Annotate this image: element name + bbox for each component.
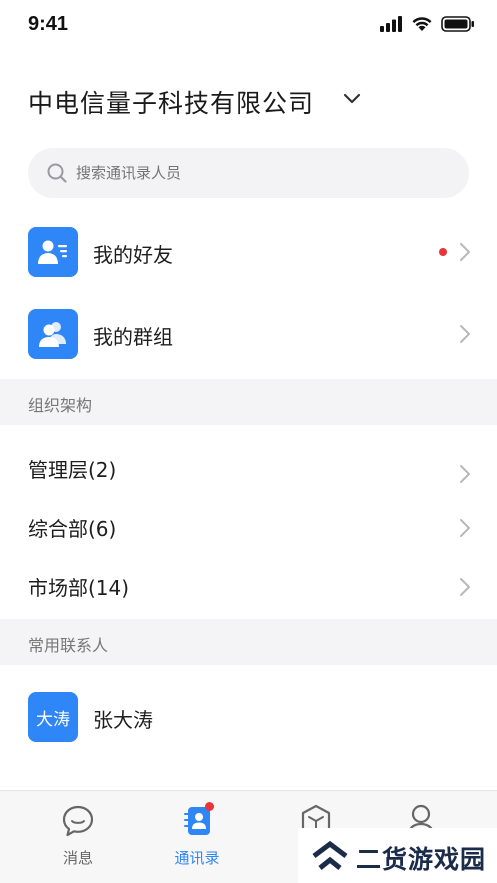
logo-icon — [312, 840, 348, 870]
groups-label: 我的群组 — [93, 325, 173, 349]
chevron-right-icon — [460, 519, 470, 537]
wifi-icon — [412, 17, 432, 31]
frequent-section-header: 常用联系人 — [0, 619, 497, 665]
chevron-right-icon — [460, 325, 470, 343]
frequent-section-title: 常用联系人 — [28, 636, 109, 655]
tab-messages[interactable]: 消息 — [38, 803, 118, 868]
dept-label: 综合部(6) — [28, 517, 117, 541]
watermark-text: 二货游戏园 — [356, 845, 487, 874]
search-bar[interactable] — [28, 148, 469, 198]
search-icon — [47, 163, 67, 183]
chevron-right-icon — [460, 578, 470, 596]
avatar: 大涛 — [28, 692, 78, 742]
tab-label: 消息 — [62, 849, 93, 867]
status-time: 9:41 — [28, 13, 69, 35]
dept-label: 市场部(14) — [28, 576, 130, 600]
dept-row-management[interactable]: 管理层(2) — [0, 445, 497, 495]
status-icons — [379, 16, 475, 32]
org-section-title: 组织架构 — [28, 396, 93, 415]
tab-label: 通讯录 — [174, 849, 220, 867]
watermark: 二货游戏园 — [298, 828, 497, 883]
add-contact-icon — [28, 227, 78, 277]
contact-name: 张大涛 — [93, 708, 153, 732]
friends-label: 我的好友 — [93, 243, 173, 267]
chevron-down-icon — [343, 93, 361, 104]
groups-row[interactable]: 我的群组 — [0, 302, 497, 366]
chevron-right-icon — [460, 243, 470, 261]
status-bar: 9:41 — [0, 0, 497, 52]
dept-label: 管理层(2) — [28, 458, 117, 482]
chat-bubble-icon — [62, 805, 94, 837]
friends-row[interactable]: 我的好友 — [0, 220, 497, 284]
chevron-right-icon — [460, 465, 470, 483]
notification-badge — [205, 802, 214, 811]
dept-row-marketing[interactable]: 市场部(14) — [0, 563, 497, 613]
dept-row-general[interactable]: 综合部(6) — [0, 504, 497, 554]
contact-row[interactable]: 大涛 张大涛 — [0, 685, 497, 749]
group-icon — [28, 309, 78, 359]
company-switcher[interactable]: 中电信量子科技有限公司 — [0, 78, 497, 126]
battery-icon — [441, 16, 474, 32]
tab-contacts[interactable]: 通讯录 — [157, 802, 237, 868]
signal-icon — [380, 16, 402, 32]
search-input[interactable] — [76, 148, 456, 198]
company-name: 中电信量子科技有限公司 — [28, 89, 315, 118]
org-section-header: 组织架构 — [0, 379, 497, 425]
unread-dot — [439, 248, 447, 256]
